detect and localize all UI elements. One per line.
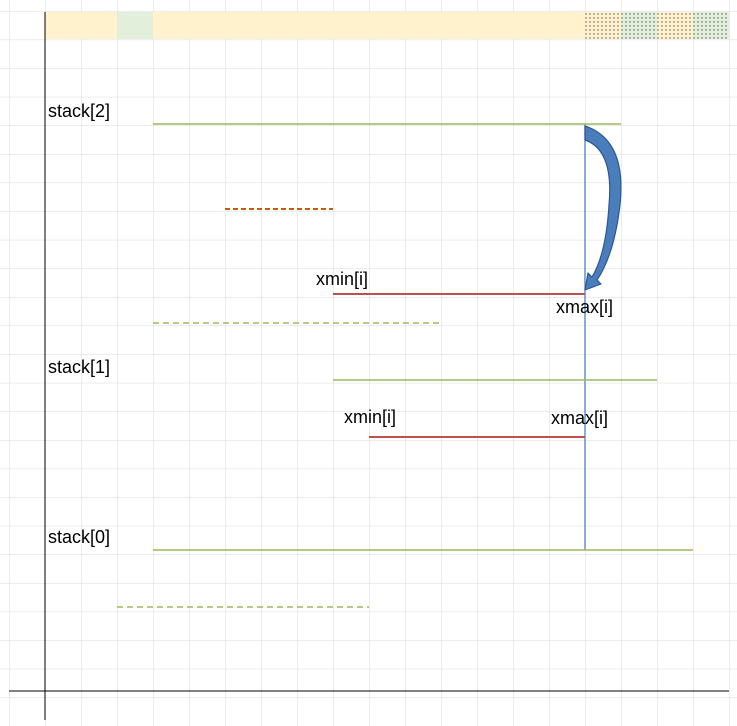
upper-xmin-label: xmin[i] bbox=[316, 269, 368, 289]
stack-interval-diagram: stack[2] stack[1] stack[0] xmin[i] xmax[… bbox=[0, 0, 737, 726]
stack-1-label: stack[1] bbox=[48, 357, 110, 377]
lower-xmin-label: xmin[i] bbox=[344, 407, 396, 427]
header-band bbox=[45, 12, 729, 39]
stack-0-label: stack[0] bbox=[48, 527, 110, 547]
grid-background bbox=[0, 0, 737, 726]
lower-xmax-label: xmax[i] bbox=[551, 408, 608, 428]
stack-2-label: stack[2] bbox=[48, 101, 110, 121]
upper-xmax-label: xmax[i] bbox=[556, 297, 613, 317]
